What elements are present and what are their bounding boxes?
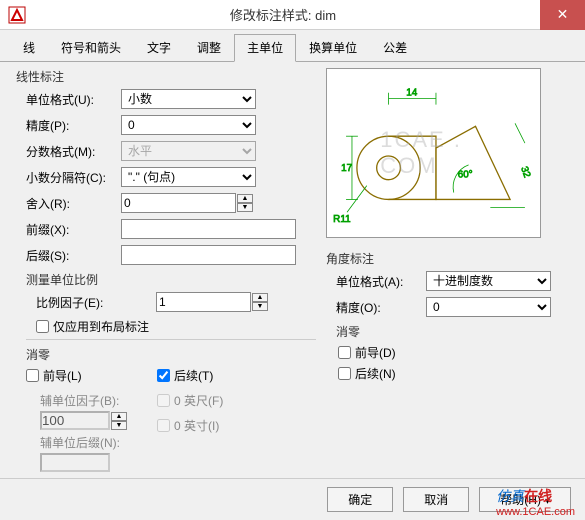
angle-format-label: 单位格式(A):	[336, 273, 426, 290]
feet-checkbox	[157, 394, 170, 407]
angle-suppress-label: 消零	[336, 323, 573, 340]
linear-group-label: 线性标注	[16, 68, 316, 85]
layout-only-label: 仅应用到布局标注	[53, 318, 149, 335]
tab-primary-units[interactable]: 主单位	[234, 34, 296, 62]
svg-text:17: 17	[341, 163, 352, 174]
scale-factor-input[interactable]	[156, 292, 251, 312]
leading-label: 前导(L)	[43, 367, 82, 384]
angle-leading-check[interactable]: 前导(D)	[338, 344, 573, 361]
precision-select[interactable]: 0	[121, 115, 256, 135]
tab-alt-units[interactable]: 换算单位	[296, 34, 370, 61]
leading-check[interactable]: 前导(L)	[26, 367, 127, 384]
inches-label: 0 英寸(I)	[174, 417, 219, 434]
unit-format-select[interactable]: 小数	[121, 89, 256, 109]
aux-suffix-input	[40, 453, 110, 472]
scale-factor-label: 比例因子(E):	[36, 294, 156, 311]
close-button[interactable]: ✕	[540, 0, 585, 30]
trailing-label: 后续(T)	[174, 367, 213, 384]
tab-text[interactable]: 文字	[134, 34, 184, 61]
inches-check: 0 英寸(I)	[157, 417, 223, 434]
feet-check: 0 英尺(F)	[157, 392, 223, 409]
angle-trailing-checkbox[interactable]	[338, 367, 351, 380]
angle-format-select[interactable]: 十进制度数	[426, 271, 551, 291]
svg-text:R11: R11	[333, 214, 351, 225]
suffix-input[interactable]	[121, 245, 296, 265]
round-spin-up[interactable]: ▲	[237, 194, 253, 203]
tab-tolerance[interactable]: 公差	[370, 34, 420, 61]
angle-precision-label: 精度(O):	[336, 299, 426, 316]
round-label: 舍入(R):	[26, 195, 121, 212]
watermark: 仿真在线 www.1CAE.com	[496, 486, 575, 518]
unit-format-label: 单位格式(U):	[26, 91, 121, 108]
inches-checkbox	[157, 419, 170, 432]
precision-label: 精度(P):	[26, 117, 121, 134]
angle-leading-checkbox[interactable]	[338, 346, 351, 359]
round-input[interactable]	[121, 193, 236, 213]
angle-trailing-label: 后续(N)	[355, 365, 396, 382]
fraction-format-label: 分数格式(M):	[26, 143, 121, 160]
layout-only-check[interactable]: 仅应用到布局标注	[36, 318, 316, 335]
prefix-input[interactable]	[121, 219, 296, 239]
suppress-group-label: 消零	[26, 346, 316, 363]
scale-spin-down[interactable]: ▼	[252, 302, 268, 311]
trailing-check[interactable]: 后续(T)	[157, 367, 223, 384]
decimal-sep-label: 小数分隔符(C):	[26, 169, 121, 186]
leading-checkbox[interactable]	[26, 369, 39, 382]
tab-strip: 线 符号和箭头 文字 调整 主单位 换算单位 公差	[0, 30, 585, 62]
fraction-format-select: 水平	[121, 141, 256, 161]
aux-factor-label: 辅单位因子(B):	[40, 392, 127, 409]
watermark-center: 1CAE . COM	[380, 127, 487, 179]
decimal-sep-select[interactable]: "." (句点)	[121, 167, 256, 187]
round-spin-down[interactable]: ▼	[237, 203, 253, 212]
suffix-label: 后缀(S):	[26, 247, 121, 264]
scale-spin-up[interactable]: ▲	[252, 293, 268, 302]
dialog-title: 修改标注样式: dim	[26, 5, 540, 24]
angle-group-label: 角度标注	[326, 250, 573, 267]
aux-spin-up: ▲	[111, 412, 127, 421]
titlebar: 修改标注样式: dim ✕	[0, 0, 585, 30]
tab-symbols[interactable]: 符号和箭头	[48, 34, 134, 61]
prefix-label: 前缀(X):	[26, 221, 121, 238]
angle-leading-label: 前导(D)	[355, 344, 396, 361]
layout-only-checkbox[interactable]	[36, 320, 49, 333]
scale-group-label: 测量单位比例	[26, 271, 316, 288]
tab-line[interactable]: 线	[10, 34, 48, 61]
svg-text:14: 14	[406, 88, 417, 99]
preview-image: 14 17 R11 60° 32 1CAE . COM	[326, 68, 541, 238]
aux-spin-down: ▼	[111, 421, 127, 430]
tab-adjust[interactable]: 调整	[184, 34, 234, 61]
trailing-checkbox[interactable]	[157, 369, 170, 382]
svg-text:32: 32	[518, 165, 532, 179]
angle-trailing-check[interactable]: 后续(N)	[338, 365, 573, 382]
aux-suffix-label: 辅单位后缀(N):	[40, 434, 127, 451]
app-icon	[8, 6, 26, 24]
feet-label: 0 英尺(F)	[174, 392, 223, 409]
angle-precision-select[interactable]: 0	[426, 297, 551, 317]
aux-factor-input	[40, 411, 110, 430]
